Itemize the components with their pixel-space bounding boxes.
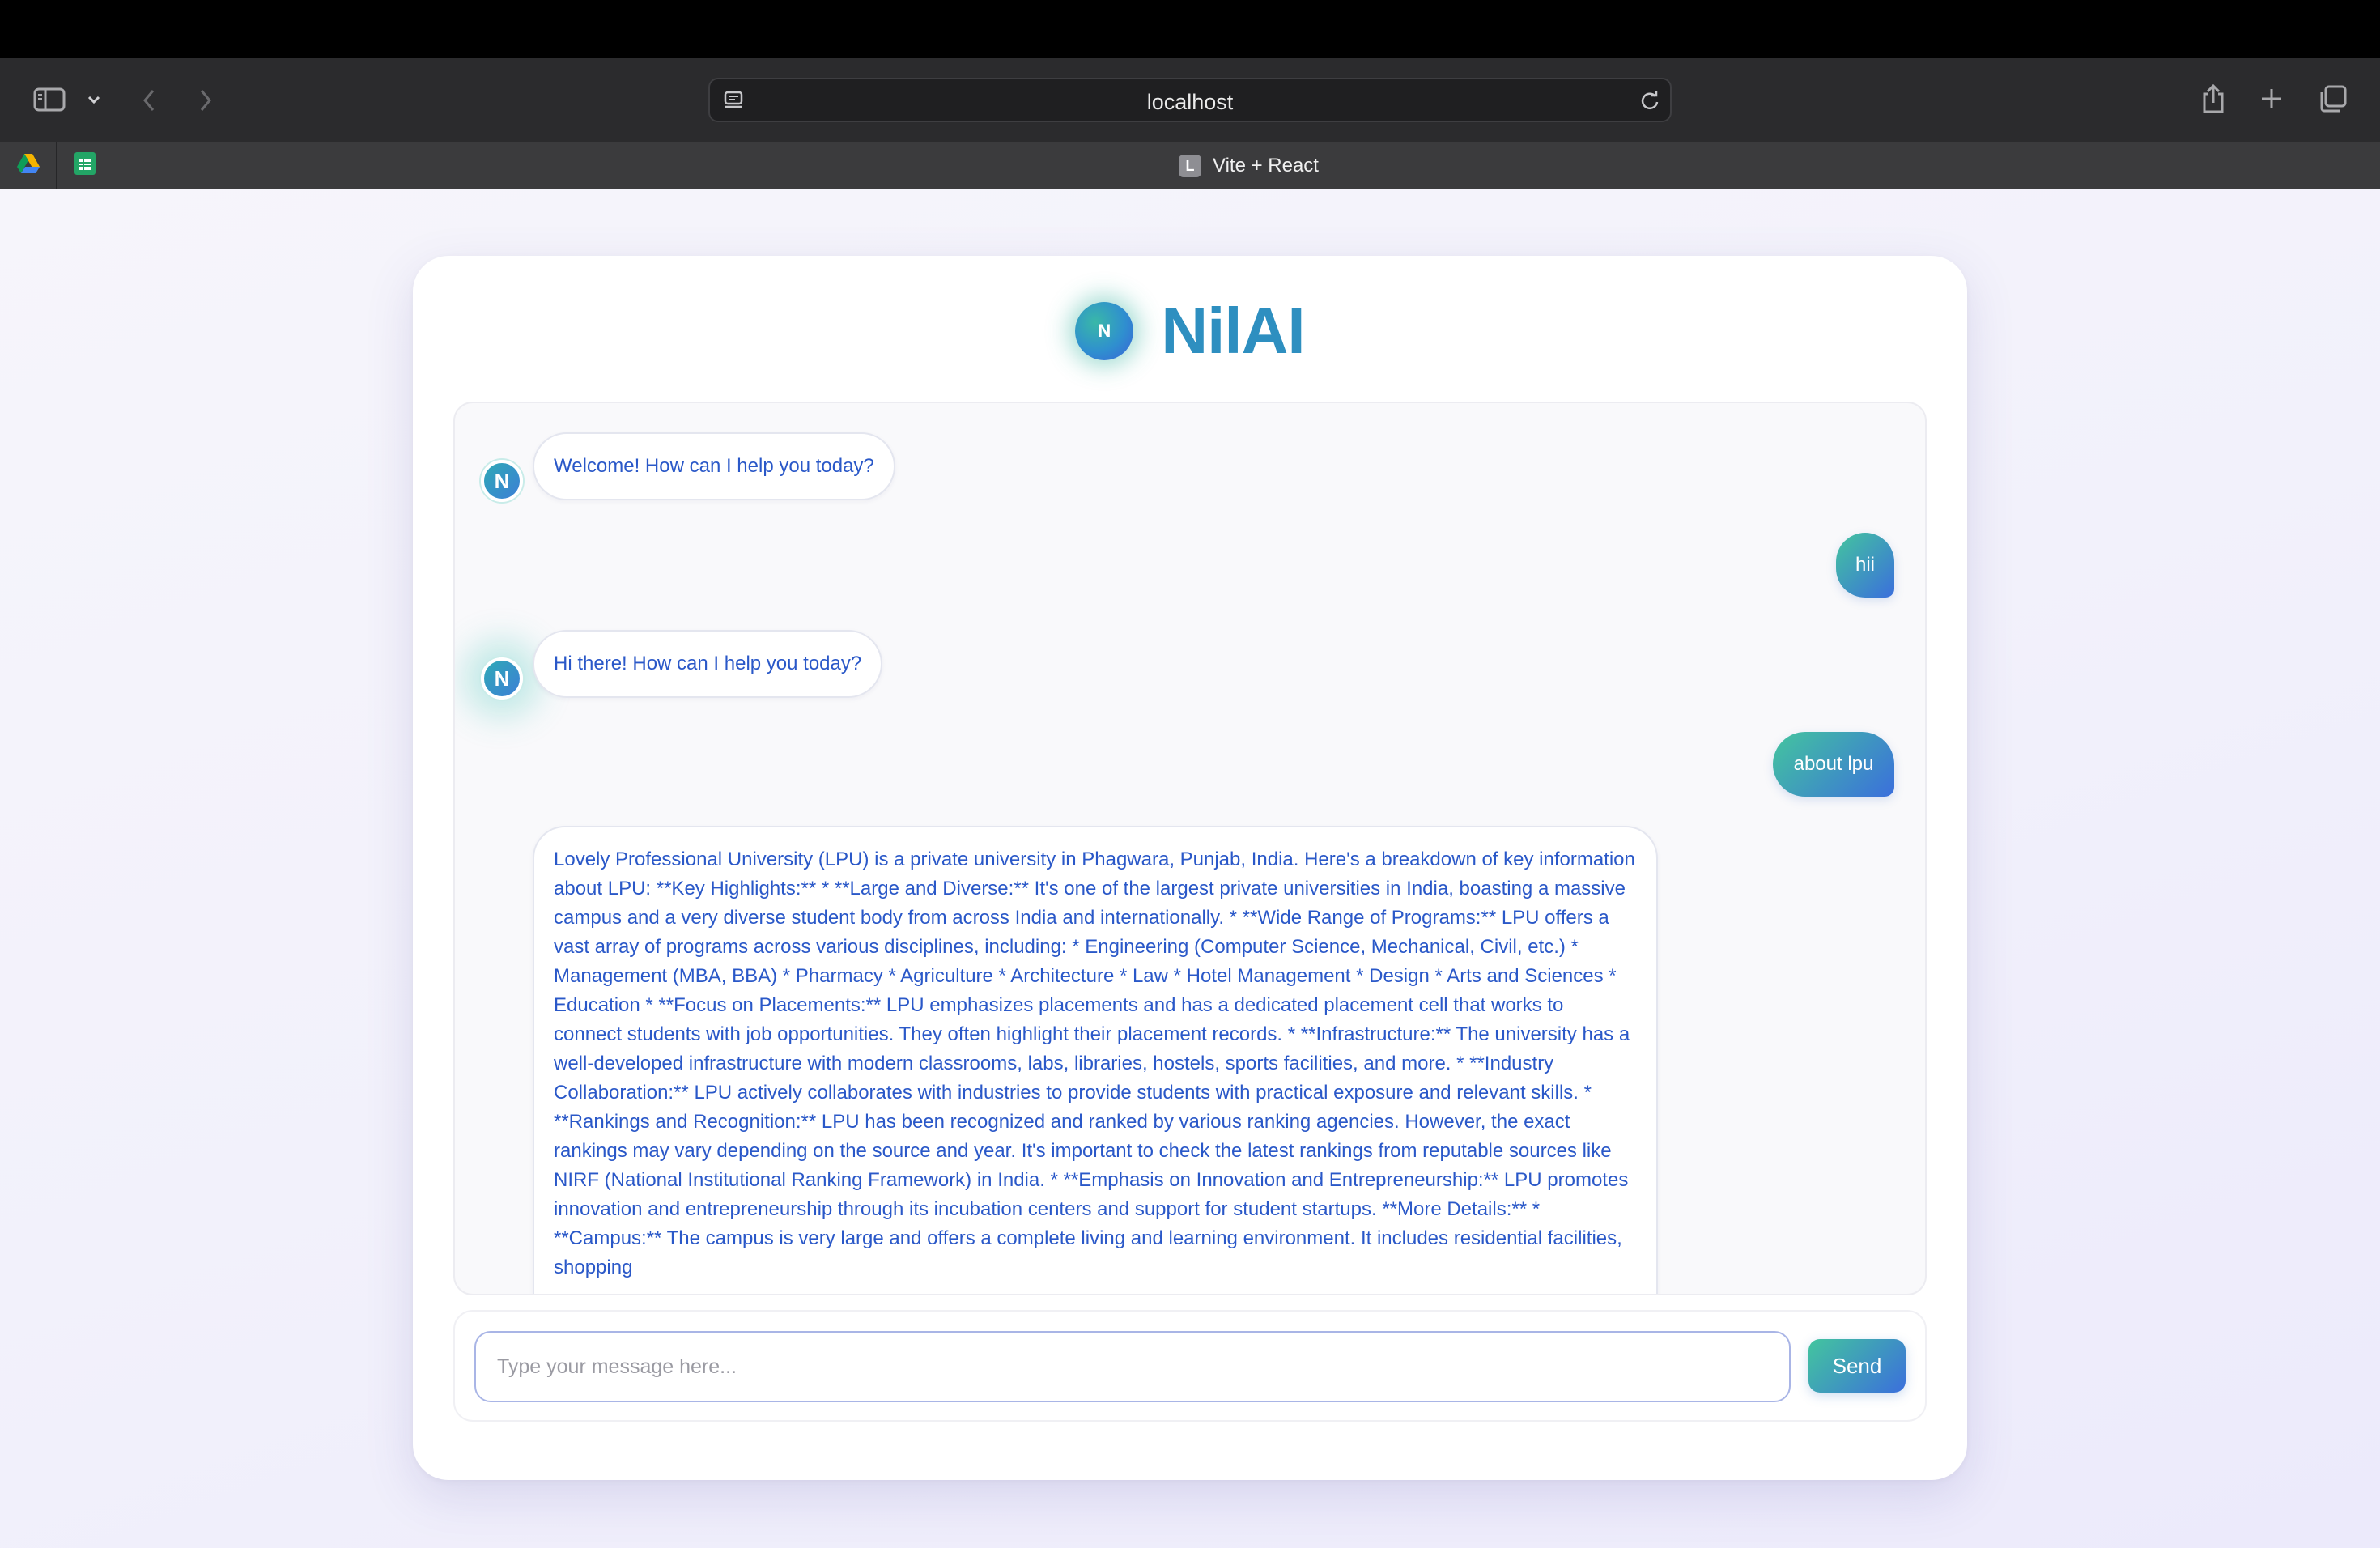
- message-input[interactable]: [474, 1331, 1791, 1402]
- bot-message: Hi there! How can I help you today?: [533, 630, 883, 698]
- forward-arrow-icon[interactable]: [193, 84, 219, 117]
- address-bar[interactable]: localhost: [708, 78, 1672, 122]
- system-top-strip: [0, 0, 2380, 58]
- bot-avatar: N: [481, 657, 523, 700]
- google-sheets-icon: [74, 151, 96, 180]
- new-tab-icon[interactable]: [2257, 84, 2286, 113]
- user-message: hii: [1836, 533, 1894, 598]
- brand-name: NilAI: [1161, 295, 1305, 367]
- chat-messages[interactable]: N Welcome! How can I help you today? hii…: [453, 402, 1927, 1295]
- brand-header: N NilAI: [413, 295, 1967, 368]
- sidebar-toggle-icon[interactable]: [31, 84, 68, 115]
- user-message: about lpu: [1773, 732, 1894, 797]
- reload-icon[interactable]: [1638, 88, 1662, 113]
- brand-logo: N: [1075, 302, 1134, 360]
- share-icon[interactable]: [2199, 81, 2228, 117]
- tab-favicon: L: [1179, 155, 1201, 177]
- chat-card: N NilAI N Welcome! How can I help you to…: [413, 256, 1967, 1480]
- tab-vite-react[interactable]: L Vite + React: [1179, 154, 1319, 178]
- chevron-down-icon[interactable]: [84, 91, 104, 108]
- tab-overview-icon[interactable]: [2317, 83, 2349, 115]
- tab-title: Vite + React: [1213, 155, 1319, 176]
- bot-avatar: N: [481, 460, 523, 502]
- bot-message: Welcome! How can I help you today?: [533, 432, 895, 500]
- url-text: localhost: [1146, 90, 1234, 114]
- google-drive-icon: [16, 153, 40, 178]
- send-button[interactable]: Send: [1808, 1339, 1906, 1393]
- back-arrow-icon[interactable]: [136, 84, 162, 117]
- bot-message: Lovely Professional University (LPU) is …: [533, 826, 1658, 1294]
- page-viewport: N NilAI N Welcome! How can I help you to…: [0, 189, 2380, 1548]
- pinned-tab-drive[interactable]: [0, 142, 57, 189]
- composer: Send: [453, 1310, 1927, 1422]
- pinned-tab-sheets[interactable]: [57, 142, 113, 189]
